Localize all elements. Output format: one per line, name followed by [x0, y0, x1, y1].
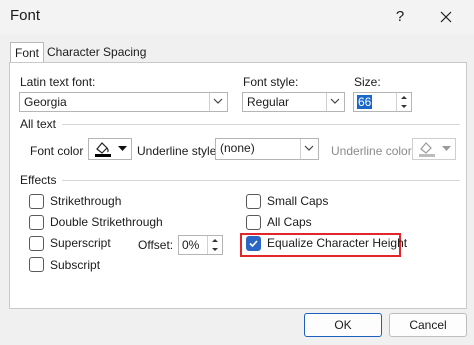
offset-label: Offset:	[138, 238, 174, 252]
spin-up-icon[interactable]	[208, 236, 222, 245]
close-button[interactable]	[434, 6, 458, 28]
checkmark-icon	[249, 240, 258, 248]
all-text-heading: All text	[20, 117, 57, 131]
all-text-divider	[62, 124, 460, 125]
chevron-down-icon	[118, 146, 127, 151]
superscript-label: Superscript	[50, 236, 111, 250]
latin-font-value: Georgia	[24, 95, 67, 109]
spin-down-icon[interactable]	[208, 245, 222, 254]
chevron-down-icon	[304, 145, 314, 151]
help-button[interactable]: ?	[388, 6, 412, 28]
font-style-label: Font style:	[243, 75, 299, 89]
size-spinner[interactable]: 66	[353, 92, 412, 112]
latin-font-combo[interactable]: Georgia	[19, 92, 228, 112]
size-label: Size:	[354, 75, 381, 89]
font-style-combo[interactable]: Regular	[242, 92, 345, 112]
font-color-button[interactable]	[88, 138, 132, 160]
effects-heading: Effects	[20, 173, 57, 187]
offset-spin-buttons[interactable]	[207, 236, 222, 254]
offset-spinner[interactable]: 0%	[178, 235, 223, 255]
double-strikethrough-label: Double Strikethrough	[50, 215, 163, 229]
tab-character-spacing[interactable]: Character Spacing	[43, 42, 150, 62]
chevron-down-icon	[330, 98, 340, 104]
double-strikethrough-checkbox[interactable]	[29, 215, 44, 230]
size-value: 66	[357, 95, 373, 109]
close-icon	[440, 11, 452, 23]
equalize-height-label: Equalize Character Height	[267, 236, 408, 250]
spin-up-icon[interactable]	[397, 93, 411, 102]
paint-bucket-icon	[95, 142, 111, 157]
latin-font-label: Latin text font:	[20, 75, 96, 89]
cancel-button[interactable]: Cancel	[389, 313, 467, 337]
subscript-checkbox[interactable]	[29, 257, 44, 272]
subscript-label: Subscript	[50, 258, 101, 272]
strikethrough-label: Strikethrough	[50, 194, 122, 208]
tab-font[interactable]: Font	[10, 42, 45, 63]
ok-button[interactable]: OK	[304, 313, 382, 337]
superscript-checkbox[interactable]	[29, 236, 44, 251]
font-style-dropdown[interactable]	[326, 93, 344, 111]
underline-style-combo[interactable]: (none)	[215, 138, 319, 160]
dialog-title: Font	[10, 7, 41, 24]
equalize-height-checkbox[interactable]	[246, 236, 261, 251]
underline-style-dropdown[interactable]	[300, 139, 318, 159]
underline-style-value: (none)	[220, 141, 255, 155]
latin-font-dropdown[interactable]	[209, 93, 227, 111]
offset-value: 0%	[182, 238, 200, 252]
effects-divider	[62, 180, 460, 181]
underline-color-button[interactable]	[412, 138, 456, 160]
all-caps-label: All Caps	[267, 215, 312, 229]
strikethrough-checkbox[interactable]	[29, 194, 44, 209]
underline-color-label: Underline color	[331, 144, 412, 158]
chevron-down-icon	[442, 146, 451, 151]
small-caps-label: Small Caps	[267, 194, 329, 208]
spin-down-icon[interactable]	[397, 102, 411, 111]
underline-style-label: Underline style	[137, 144, 217, 158]
chevron-down-icon	[213, 98, 223, 104]
size-spin-buttons[interactable]	[396, 93, 411, 111]
small-caps-checkbox[interactable]	[246, 194, 261, 209]
font-color-label: Font color	[30, 144, 84, 158]
paint-bucket-icon	[419, 142, 435, 157]
all-caps-checkbox[interactable]	[246, 215, 261, 230]
font-style-value: Regular	[247, 95, 290, 109]
